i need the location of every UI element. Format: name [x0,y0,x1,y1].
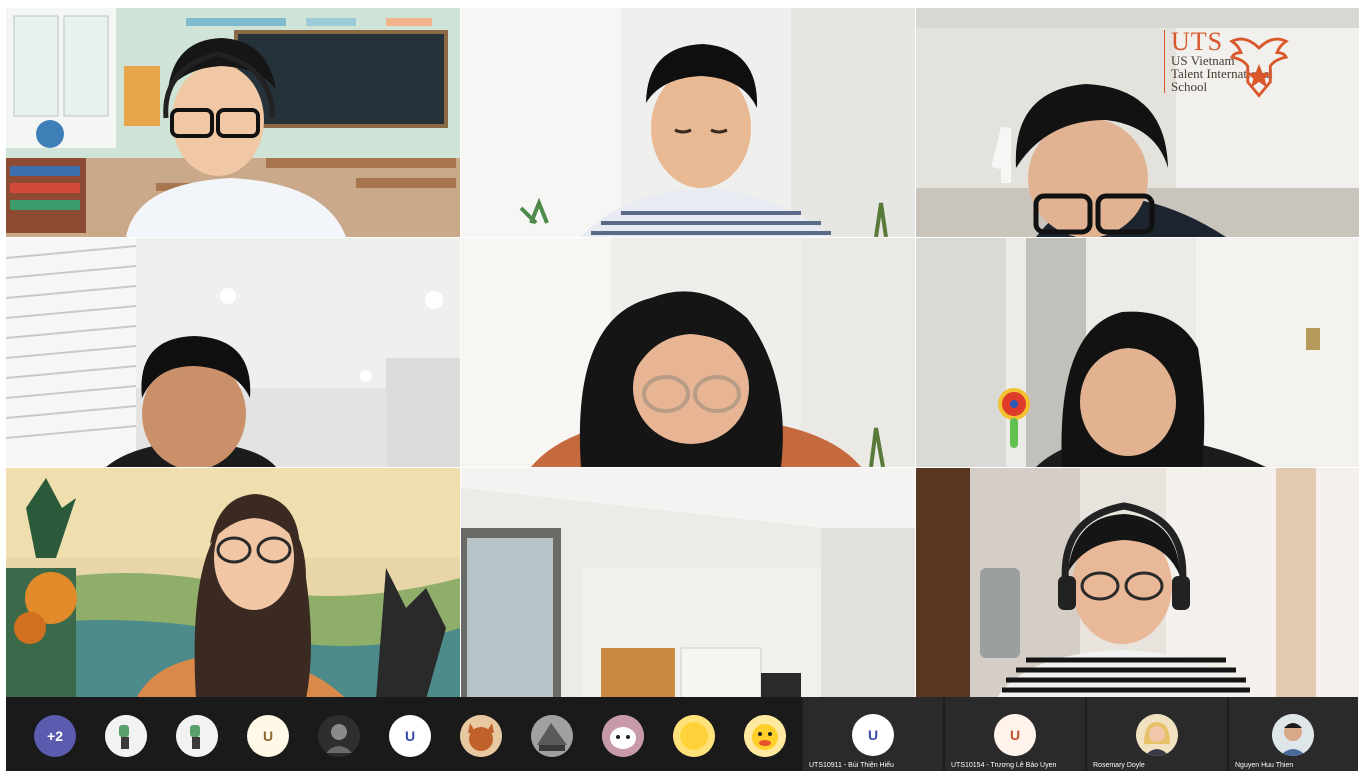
video-tile-boy-blinds[interactable] [6,238,460,467]
initial-avatar-u[interactable]: U [389,715,431,757]
participant-tile-thien[interactable]: Nguyen Huu Thien [1229,697,1358,771]
user-photo-avatar-icon [1272,714,1314,756]
participant-name: Nguyen Huu Thien [1235,762,1294,769]
user-photo-avatar-icon [1136,714,1178,756]
uts-eagle-star-icon [1229,37,1289,98]
school-logo: UTS US Vietnam Talent International Scho… [1164,29,1354,100]
initial-avatar-u: U [994,714,1036,756]
initial-avatar-u: U [852,714,894,756]
participant-name: Rosemary Doyle [1093,762,1145,769]
video-tile-girl-glasses-desk[interactable] [461,238,915,467]
white-cat-avatar-icon[interactable] [602,715,644,757]
initial-avatar-u[interactable]: U [247,715,289,757]
video-grid: UTS US Vietnam Talent International Scho… [6,8,1359,699]
yellow-duck-avatar-icon[interactable] [744,715,786,757]
video-tile-boy-glasses-room[interactable]: UTS US Vietnam Talent International Scho… [916,8,1359,237]
participant-name: UTS10154 - Trương Lê Bảo Uyen [951,762,1057,769]
grayscale-photo-avatar-icon[interactable] [531,715,573,757]
video-tile-girl-earphones[interactable] [916,238,1359,467]
robot-sticker-icon[interactable] [176,715,218,757]
participant-bar: +2 U U U UTS10911 - Bùi Thiện Hiếu U UTS… [6,697,1358,771]
cartoon-animal-avatar-icon[interactable] [460,715,502,757]
participant-tile-uyen[interactable]: U UTS10154 - Trương Lê Bảo Uyen [945,697,1085,771]
participant-name: UTS10911 - Bùi Thiện Hiếu [809,762,894,769]
video-tile-teacher-classroom[interactable] [6,8,460,237]
video-tile-girl-painting-background[interactable] [6,468,460,699]
participant-tile-rosemary[interactable]: Rosemary Doyle [1087,697,1227,771]
video-tile-empty-room[interactable] [461,468,915,699]
dark-photo-avatar-icon[interactable] [318,715,360,757]
robot-sticker-icon[interactable] [105,715,147,757]
video-tile-boy-striped-shirt[interactable] [461,8,915,237]
participant-tile-hieu[interactable]: U UTS10911 - Bùi Thiện Hiếu [803,697,943,771]
yellow-ball-avatar-icon[interactable] [673,715,715,757]
video-tile-girl-headphones[interactable] [916,468,1359,699]
overflow-participants-button[interactable]: +2 [34,715,76,757]
participant-chip-strip: +2 U U [6,697,801,771]
